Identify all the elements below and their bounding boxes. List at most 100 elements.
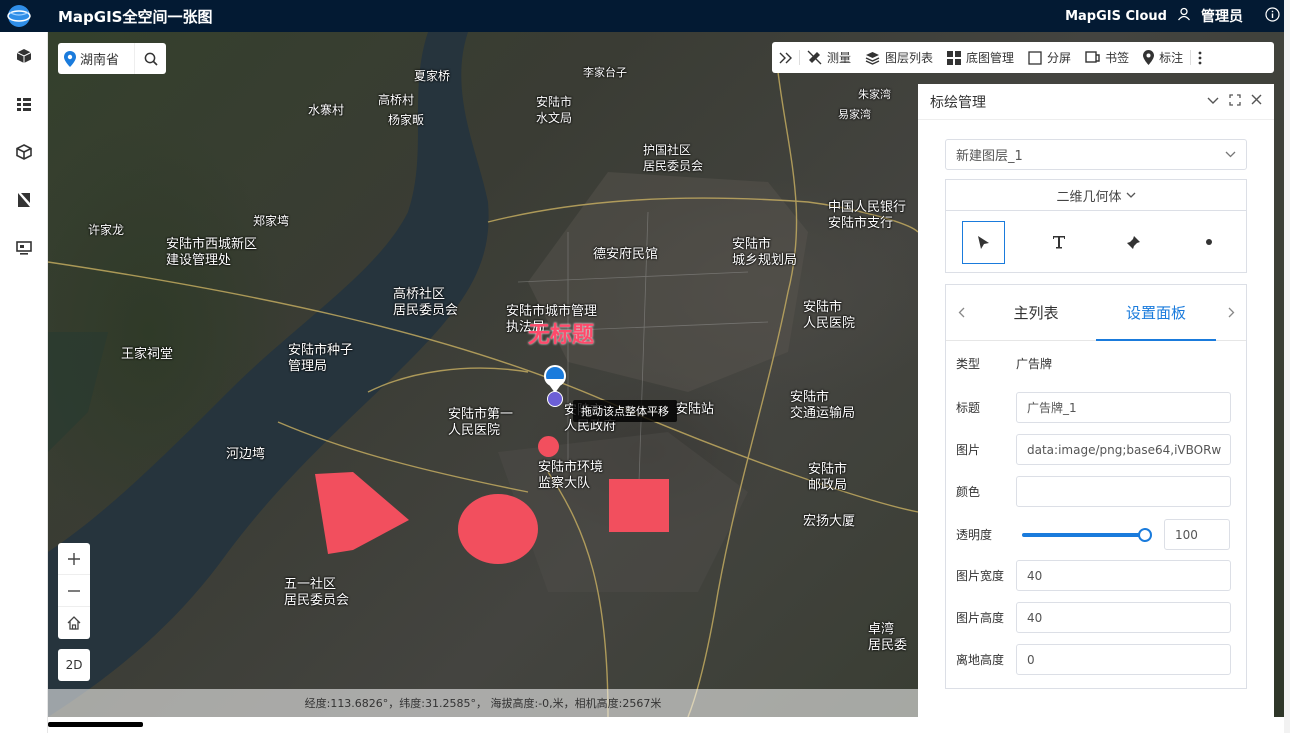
coordinate-status-bar: 经度:113.6826°，纬度:31.2585°， 海拔高度:-0,米，相机高度…	[48, 689, 918, 717]
opacity-slider[interactable]	[1022, 527, 1152, 542]
chevron-left-icon[interactable]	[946, 304, 976, 322]
cube-icon	[16, 49, 31, 63]
select-tool-button[interactable]	[962, 220, 1005, 264]
image-input[interactable]: data:image/png;base64,iVBORw	[1016, 434, 1231, 465]
vertical-scrollbar[interactable]	[1284, 0, 1290, 733]
monitor-icon	[15, 241, 32, 255]
map-label: 易家湾	[838, 108, 871, 121]
close-icon[interactable]	[1251, 94, 1262, 110]
ground-height-input[interactable]: 0	[1016, 644, 1231, 675]
zoom-out-button[interactable]	[58, 575, 90, 607]
marker-icon	[1143, 50, 1155, 65]
basemap-button[interactable]: 底图管理	[940, 42, 1021, 73]
map-label: 夏家桥	[414, 69, 451, 83]
image-height-input[interactable]: 40	[1016, 602, 1231, 633]
collapse-panel-icon[interactable]	[1207, 94, 1219, 110]
dot-icon	[1205, 239, 1212, 245]
layers-icon	[865, 51, 880, 65]
square-shape[interactable]	[609, 479, 669, 532]
map-label: 安陆市 城乡规划局	[732, 237, 798, 268]
map-label: 郑家塆	[253, 214, 290, 228]
tab-settings[interactable]: 设置面板	[1096, 285, 1216, 341]
layer-select[interactable]: 新建图层_1	[945, 139, 1247, 170]
map-toolbar: 测量 图层列表 底图管理 分屏 书签 标注	[772, 42, 1274, 73]
globe-logo-icon	[0, 0, 38, 32]
billboard-title-text[interactable]: 无标题	[528, 317, 594, 349]
split-screen-icon	[1028, 50, 1042, 65]
user-icon	[1177, 7, 1191, 25]
geometry-type-dropdown[interactable]: 二维几何体	[946, 180, 1246, 211]
measure-button[interactable]: 测量	[800, 42, 858, 73]
more-menu-icon[interactable]	[1191, 42, 1209, 73]
point-marker[interactable]	[538, 436, 559, 457]
map-label: 水寨村	[308, 103, 345, 117]
ruler-icon	[807, 50, 822, 65]
map-label: 护国社区 居民委员会	[643, 143, 704, 173]
image-width-row: 图片宽度 40	[956, 560, 1231, 591]
plot-management-panel: 标绘管理 新建图层_1 二维几何体 主列表 设置面板 类型 广告牌 标题 广告牌…	[918, 84, 1274, 717]
left-sidebar	[0, 32, 48, 733]
map-label: 中国人民银行 安陆市支行	[828, 200, 907, 231]
split-screen-button[interactable]: 分屏	[1021, 42, 1078, 73]
text-tool-button[interactable]	[1037, 221, 1080, 264]
sidebar-item-list[interactable]	[0, 80, 47, 128]
title-row: 标题 广告牌_1	[956, 392, 1231, 423]
color-input[interactable]	[1016, 476, 1231, 507]
double-chevron-right-icon	[779, 52, 792, 63]
sidebar-item-3d[interactable]	[0, 128, 47, 176]
map-label: 安陆市西城新区 建设管理处	[166, 237, 258, 268]
opacity-input[interactable]: 100	[1164, 519, 1230, 550]
pentagon-shape[interactable]	[313, 470, 413, 560]
bookmark-button[interactable]: 书签	[1078, 42, 1136, 73]
chevron-right-icon[interactable]	[1216, 304, 1246, 322]
top-bar: MapGIS全空间一张图 MapGIS Cloud 管理员	[0, 0, 1290, 32]
expand-panel-icon[interactable]	[1229, 93, 1241, 110]
home-button[interactable]	[58, 607, 90, 639]
map-label: 安陆市第一 人民医院	[448, 407, 514, 438]
sidebar-item-analysis[interactable]	[0, 176, 47, 224]
cursor-arrow-icon	[978, 235, 989, 249]
panel-title: 标绘管理	[930, 94, 986, 111]
drag-tooltip: 拖动该点整体平移	[573, 400, 677, 422]
sidebar-item-monitor[interactable]	[0, 224, 47, 272]
map-label: 安陆市 水文局	[536, 95, 573, 125]
collapse-toolbar-button[interactable]	[772, 42, 799, 73]
annotate-button[interactable]: 标注	[1136, 42, 1190, 73]
pin-tool-button[interactable]	[1112, 221, 1155, 264]
tab-main-list[interactable]: 主列表	[976, 285, 1096, 341]
horizontal-scrollbar[interactable]	[48, 722, 143, 727]
region-name[interactable]: 湖南省	[80, 49, 119, 68]
map-label: 朱家湾	[858, 88, 891, 101]
cloud-link[interactable]: MapGIS Cloud	[1065, 9, 1167, 24]
map-label: 王家祠堂	[121, 347, 174, 362]
slider-knob[interactable]	[1138, 527, 1152, 542]
list-icon	[16, 98, 31, 111]
drag-handle-point[interactable]	[547, 391, 563, 407]
map-label: 高桥社区 居民委员会	[393, 287, 459, 318]
layer-list-button[interactable]: 图层列表	[858, 42, 940, 73]
user-name[interactable]: 管理员	[1201, 6, 1243, 26]
view-mode-button[interactable]: 2D	[58, 649, 90, 681]
point-tool-button[interactable]	[1187, 221, 1230, 264]
image-height-row: 图片高度 40	[956, 602, 1231, 633]
search-icon[interactable]	[134, 43, 166, 74]
map-label: 宏扬大厦	[803, 514, 856, 529]
image-row: 图片 data:image/png;base64,iVBORw	[956, 434, 1231, 465]
map-label: 杨家畈	[388, 113, 425, 127]
plus-icon	[68, 552, 80, 565]
image-width-input[interactable]: 40	[1016, 560, 1231, 591]
text-t-icon	[1052, 236, 1065, 249]
region-search[interactable]: 湖南省	[58, 43, 166, 74]
zoom-in-button[interactable]	[58, 543, 90, 575]
sidebar-item-model[interactable]	[0, 32, 47, 80]
app-title: MapGIS全空间一张图	[58, 7, 213, 26]
title-input[interactable]: 广告牌_1	[1016, 392, 1231, 423]
home-icon	[67, 616, 81, 630]
map-label: 许家龙	[88, 223, 125, 237]
circle-shape[interactable]	[458, 494, 538, 564]
map-label: 李家台子	[583, 66, 627, 79]
info-icon[interactable]	[1265, 6, 1280, 26]
zoom-controls	[58, 543, 90, 639]
map-label: 卓湾 居民委	[868, 622, 908, 653]
chevron-down-icon	[1126, 192, 1135, 198]
